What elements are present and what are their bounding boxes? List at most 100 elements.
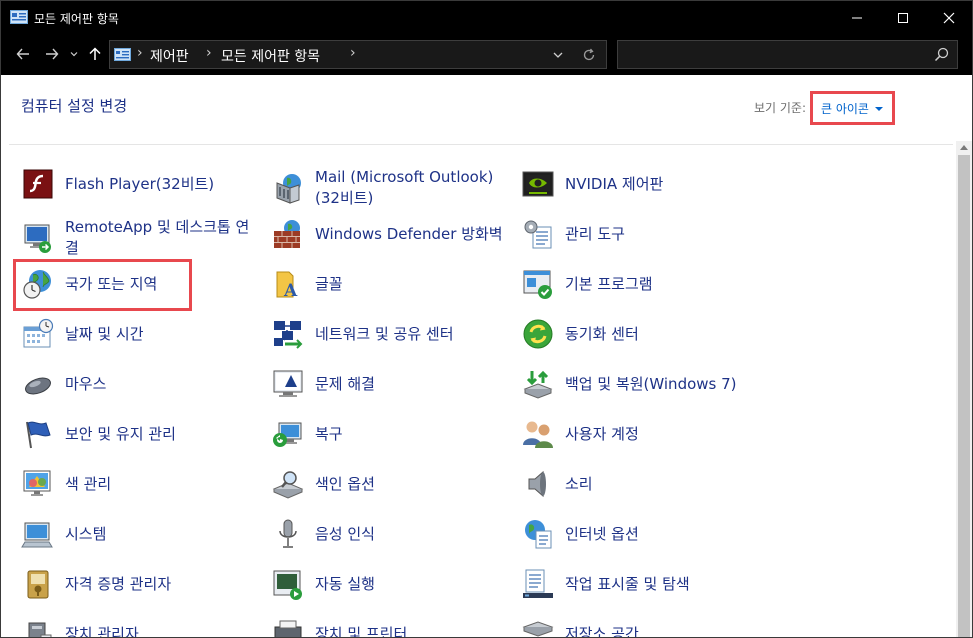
- item-date-time[interactable]: 날짜 및 시간: [21, 317, 253, 351]
- mouse-icon: [21, 367, 55, 401]
- item-label: 보안 및 유지 관리: [65, 424, 176, 443]
- item-label: 인터넷 옵션: [565, 524, 639, 543]
- item-label: 자동 실행: [315, 574, 375, 593]
- item-nvidia[interactable]: NVIDIA 제어판: [521, 167, 753, 201]
- item-label: 네트워크 및 공유 센터: [315, 324, 454, 343]
- view-mode-dropdown[interactable]: 큰 아이콘: [810, 91, 895, 125]
- item-sound[interactable]: 소리: [521, 467, 753, 501]
- credential-icon: [21, 567, 55, 601]
- highlight-box: [13, 259, 192, 311]
- up-button[interactable]: [83, 41, 107, 67]
- item-color-management[interactable]: 색 관리: [21, 467, 253, 501]
- svg-text:A: A: [283, 281, 298, 301]
- item-windows-firewall[interactable]: Windows Defender 방화벽: [271, 217, 503, 251]
- troubleshoot-icon: [271, 367, 305, 401]
- item-label: 작업 표시줄 및 탐색: [565, 574, 690, 593]
- breadcrumb-control-panel[interactable]: 제어판: [150, 46, 189, 66]
- item-devices-printers[interactable]: 장치 및 프린터: [271, 617, 503, 637]
- item-label: 시스템: [65, 524, 107, 543]
- item-fonts[interactable]: A 글꼴: [271, 267, 503, 301]
- system-icon: [21, 517, 55, 551]
- caret-down-icon: [874, 107, 883, 111]
- minimize-button[interactable]: [834, 1, 880, 35]
- sync-icon: [521, 317, 555, 351]
- back-button[interactable]: [10, 41, 36, 67]
- item-label: 백업 및 복원(Windows 7): [565, 374, 737, 393]
- user-accounts-icon: [521, 417, 555, 451]
- close-button[interactable]: [926, 1, 972, 35]
- internet-options-icon: [521, 517, 555, 551]
- item-label: 사용자 계정: [565, 424, 639, 443]
- item-label: 소리: [565, 474, 593, 493]
- item-network-sharing[interactable]: 네트워크 및 공유 센터: [271, 317, 503, 351]
- item-security-maintenance[interactable]: 보안 및 유지 관리: [21, 417, 253, 451]
- scroll-up-icon[interactable]: [960, 145, 968, 150]
- search-input[interactable]: [617, 40, 958, 69]
- control-panel-window: 모든 제어판 항목 › 제어판 › 모든 제어판 항목 › 컴퓨터 설정 변경 …: [0, 0, 973, 638]
- item-speech-recognition[interactable]: 음성 인식: [271, 517, 503, 551]
- item-backup-restore[interactable]: 백업 및 복원(Windows 7): [521, 367, 753, 401]
- item-taskbar-navigation[interactable]: 작업 표시줄 및 탐색: [521, 567, 753, 601]
- item-sync-center[interactable]: 동기화 센터: [521, 317, 753, 351]
- security-flag-icon: [21, 417, 55, 451]
- refresh-icon[interactable]: [580, 46, 598, 64]
- breadcrumb-separator: ›: [137, 45, 143, 61]
- item-label: 장치 및 프린터: [315, 624, 408, 638]
- printer-icon: [271, 617, 305, 637]
- item-mail[interactable]: Mail (Microsoft Outlook)(32비트): [271, 167, 503, 209]
- item-label: 관리 도구: [565, 224, 625, 243]
- forward-button[interactable]: [39, 41, 65, 67]
- item-label: 글꼴: [315, 274, 343, 293]
- firewall-icon: [271, 217, 305, 251]
- chevron-down-icon[interactable]: [550, 47, 566, 63]
- item-indexing-options[interactable]: 색인 옵션: [271, 467, 503, 501]
- item-label: 기본 프로그램: [565, 274, 653, 293]
- remoteapp-icon: [21, 221, 55, 255]
- item-label: 색 관리: [65, 474, 112, 493]
- flash-icon: [21, 167, 55, 201]
- item-label: 문제 해결: [315, 374, 375, 393]
- item-user-accounts[interactable]: 사용자 계정: [521, 417, 753, 451]
- item-autoplay[interactable]: 자동 실행: [271, 567, 503, 601]
- item-credential-manager[interactable]: 자격 증명 관리자: [21, 567, 253, 601]
- address-bar[interactable]: › 제어판 › 모든 제어판 항목 ›: [109, 40, 607, 69]
- item-label: 색인 옵션: [315, 474, 375, 493]
- item-default-programs[interactable]: 기본 프로그램: [521, 267, 753, 301]
- arrow-left-icon: [16, 48, 29, 60]
- scroll-thumb[interactable]: [958, 155, 970, 637]
- item-label: 동기화 센터: [565, 324, 639, 343]
- item-remoteapp[interactable]: RemoteApp 및 데스크톱 연결: [21, 217, 253, 259]
- item-label: 복구: [315, 424, 343, 443]
- item-storage-spaces[interactable]: 저장소 공간: [521, 617, 753, 637]
- microphone-icon: [271, 517, 305, 551]
- item-flash-player[interactable]: Flash Player(32비트): [21, 167, 253, 201]
- admin-tools-icon: [521, 217, 555, 251]
- breadcrumb-separator: ›: [350, 45, 356, 61]
- recent-locations-button[interactable]: [65, 41, 83, 67]
- item-system[interactable]: 시스템: [21, 517, 253, 551]
- indexing-icon: [271, 467, 305, 501]
- chevron-down-icon: [70, 52, 78, 57]
- item-recovery[interactable]: 복구: [271, 417, 503, 451]
- vertical-scrollbar[interactable]: [956, 141, 972, 637]
- nvidia-icon: [521, 167, 555, 201]
- item-label: 음성 인식: [315, 524, 375, 543]
- item-internet-options[interactable]: 인터넷 옵션: [521, 517, 753, 551]
- color-management-icon: [21, 467, 55, 501]
- minimize-icon: [852, 17, 862, 19]
- item-device-manager[interactable]: 장치 관리자: [21, 617, 253, 637]
- maximize-button[interactable]: [880, 1, 926, 35]
- control-panel-icon: [10, 10, 28, 24]
- item-admin-tools[interactable]: 관리 도구: [521, 217, 753, 251]
- breadcrumb-all-items[interactable]: 모든 제어판 항목: [221, 46, 320, 66]
- item-label: 저장소 공간: [565, 624, 639, 638]
- control-panel-icon: [114, 48, 131, 61]
- item-troubleshooting[interactable]: 문제 해결: [271, 367, 503, 401]
- title-bar[interactable]: 모든 제어판 항목: [1, 1, 972, 35]
- item-mouse[interactable]: 마우스: [21, 367, 253, 401]
- item-label: RemoteApp 및 데스크톱 연결: [65, 218, 250, 257]
- autoplay-icon: [271, 567, 305, 601]
- recovery-icon: [271, 417, 305, 451]
- mail-icon: [271, 171, 305, 205]
- item-label: 장치 관리자: [65, 624, 139, 638]
